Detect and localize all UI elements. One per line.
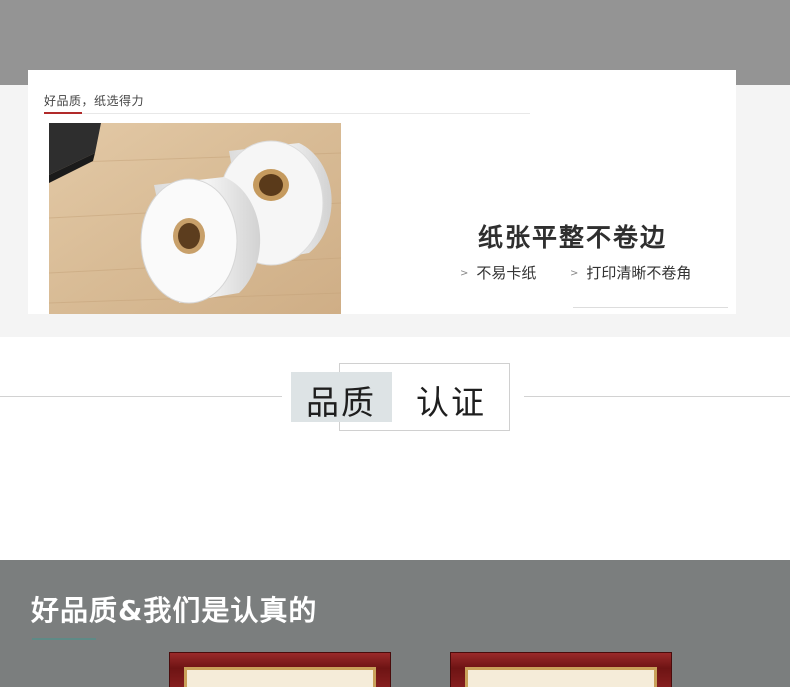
card-divider (44, 113, 530, 114)
chevron-right-icon: > (570, 268, 579, 279)
feature-card: 好品质，纸选得力 纸张平整不卷边 > 不易卡纸 > 打印清晰不卷角 (28, 70, 736, 314)
card-divider-accent (44, 112, 82, 114)
feature-title: 纸张平整不卷边 (478, 223, 668, 252)
feature-item-no-jam: > 不易卡纸 (460, 262, 536, 283)
card-tagline: 好品质，纸选得力 (44, 94, 145, 108)
certificate-paper (465, 667, 657, 687)
cert-title-certification: 认证 (416, 383, 486, 422)
cert-title-quality: 品质 (306, 383, 376, 422)
feature-item-label: 打印清晰不卷角 (586, 264, 692, 282)
feature-item-label: 不易卡纸 (476, 264, 537, 282)
feature-item-clear-print: > 打印清晰不卷角 (570, 262, 691, 283)
chevron-right-icon: > (460, 268, 469, 279)
paper-rolls-photo (49, 123, 341, 314)
feature-underline (573, 307, 728, 308)
bottom-heading: 好品质&我们是认真的 (31, 594, 318, 627)
certificate-frame (169, 652, 391, 687)
cert-divider-left (0, 396, 282, 397)
bottom-heading-underline (32, 638, 96, 640)
cert-divider-right (524, 396, 790, 397)
paper-rolls-illustration (49, 123, 341, 314)
certificate-paper (184, 667, 376, 687)
certificate-frame (450, 652, 672, 687)
